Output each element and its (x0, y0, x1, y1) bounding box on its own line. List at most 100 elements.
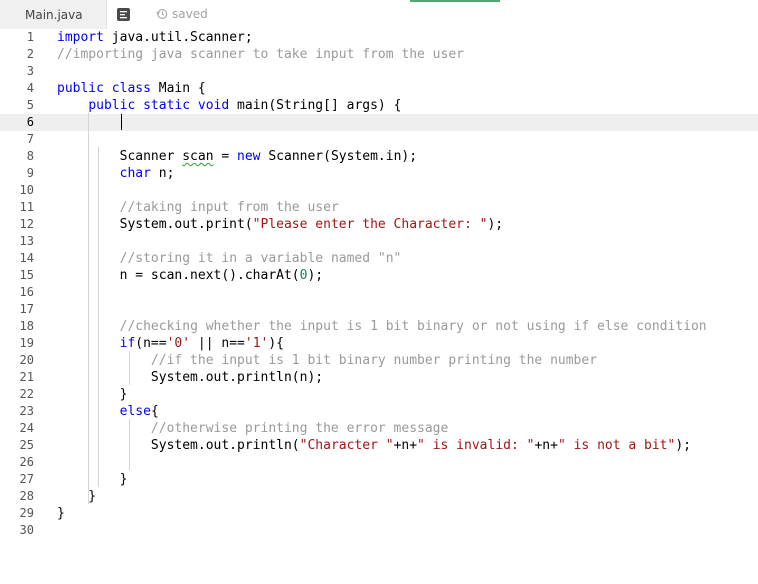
code-string: "Please enter the Character: " (252, 217, 488, 232)
code-comment: //checking whether the input is 1 bit bi… (119, 319, 707, 334)
line-number: 28 (19, 489, 34, 503)
code-keyword: public (88, 98, 136, 113)
code-line[interactable]: 22 } (0, 386, 758, 403)
code-line[interactable]: 7 (0, 131, 758, 148)
line-number: 6 (26, 115, 34, 129)
code-text: public class Main { (57, 80, 206, 97)
code-text: if(n=='0' || n=='1'){ (57, 335, 284, 352)
code-line[interactable]: 21 System.out.println(n); (0, 369, 758, 386)
code-text: System.out.println( (57, 438, 300, 453)
code-line[interactable]: 30 (0, 522, 758, 539)
line-number: 26 (19, 455, 34, 469)
code-text: n; (150, 166, 175, 181)
text-cursor (121, 114, 122, 130)
code-line[interactable]: 4 public class Main { (0, 80, 758, 97)
code-editor[interactable]: 30 29} 28 } 27 } 26 25 System.out.println("Ch… (0, 29, 758, 584)
code-keyword: class (111, 81, 151, 96)
code-keyword: new (237, 149, 261, 164)
line-number: 4 (26, 81, 34, 95)
code-keyword: static (143, 98, 191, 113)
code-comment: //otherwise printing the error message (150, 421, 449, 436)
indent-guide (98, 147, 99, 487)
format-code-icon[interactable] (117, 8, 130, 21)
code-line[interactable]: 27 } (0, 471, 758, 488)
save-status: saved (156, 7, 208, 21)
line-number: 19 (19, 336, 34, 350)
code-line[interactable]: 11 //taking input from the user (0, 199, 758, 216)
code-text: //importing java scanner to take input f… (57, 46, 464, 63)
line-number: 27 (19, 472, 34, 486)
code-line[interactable]: 17 (0, 301, 758, 318)
code-line[interactable]: 15 n = scan.next().charAt(0); (0, 267, 758, 284)
line-number: 15 (19, 268, 34, 282)
code-comment: //taking input from the user (119, 200, 339, 215)
code-line[interactable]: 9 char n; (0, 165, 758, 182)
run-button-accent (410, 0, 500, 2)
code-text: //if the input is 1 bit binary number pr… (57, 352, 597, 369)
line-number: 9 (26, 166, 34, 180)
code-line[interactable]: 25 System.out.println("Character "+n+" i… (0, 437, 758, 454)
code-line[interactable]: 10 (0, 182, 758, 199)
code-line[interactable]: 5 public static void main(String[] args)… (0, 97, 758, 114)
code-text: } (57, 471, 128, 488)
line-number: 1 (26, 30, 34, 44)
code-text: import java.util.Scanner; (57, 29, 253, 46)
code-line[interactable]: 26 (0, 454, 758, 471)
code-text: System.out.println("Character "+n+" is i… (57, 437, 691, 454)
code-text: System.out.println(n); (57, 369, 323, 386)
code-line[interactable]: 28 } (0, 488, 758, 505)
line-number: 14 (19, 251, 34, 265)
code-line[interactable]: 23 else{ (0, 403, 758, 420)
line-number: 11 (19, 200, 34, 214)
line-number: 18 (19, 319, 34, 333)
line-number: 7 (26, 132, 34, 146)
code-text: //taking input from the user (57, 199, 339, 216)
code-text: ); (307, 268, 324, 283)
code-text: n = scan.next().charAt(0); (57, 267, 324, 284)
code-text: main(String[] args) { (229, 98, 402, 113)
code-comment: //importing java scanner to take input f… (57, 47, 464, 62)
line-number: 16 (19, 285, 34, 299)
history-icon (156, 9, 168, 19)
code-line[interactable]: 16 (0, 284, 758, 301)
code-string: " is not a bit" (557, 438, 676, 453)
code-line[interactable]: 24 //otherwise printing the error messag… (0, 420, 758, 437)
code-comment: //storing it in a variable named "n" (119, 251, 402, 266)
code-line[interactable]: 8 Scanner scan = new Scanner(System.in); (0, 148, 758, 165)
code-keyword: public (57, 81, 104, 96)
code-text: Scanner(System.in); (260, 149, 418, 164)
code-line[interactable]: 3 (0, 63, 758, 80)
code-line[interactable]: 13 (0, 233, 758, 250)
code-text: ){ (268, 336, 285, 351)
code-keyword: import (57, 30, 104, 45)
code-text: else{ (57, 403, 159, 420)
indent-guide (88, 113, 89, 504)
code-line[interactable]: 14 //storing it in a variable named "n" (0, 250, 758, 267)
line-number: 3 (26, 64, 34, 78)
line-number: 20 (19, 353, 34, 367)
line-number: 13 (19, 234, 34, 248)
code-text: } (57, 506, 65, 521)
code-keyword: char (119, 166, 151, 181)
code-line[interactable]: 2 //importing java scanner to take input … (0, 46, 758, 63)
line-number: 30 (19, 523, 34, 537)
code-line[interactable]: 19 if(n=='0' || n=='1'){ (0, 335, 758, 352)
line-number: 12 (19, 217, 34, 231)
code-line[interactable]: 6 (0, 114, 758, 131)
tab-label: Main.java (25, 7, 83, 22)
code-line[interactable]: 29} (0, 505, 758, 522)
code-line[interactable]: 18 //checking whether the input is 1 bit… (0, 318, 758, 335)
code-text: java.util.Scanner; (103, 30, 253, 45)
code-text: } (57, 505, 65, 522)
code-line[interactable]: 1 import java.util.Scanner; (0, 29, 758, 46)
code-line[interactable]: 20 //if the input is 1 bit binary number… (0, 352, 758, 369)
code-line[interactable]: 12 System.out.print("Please enter the Ch… (0, 216, 758, 233)
line-number: 22 (19, 387, 34, 401)
tab-main-java[interactable]: Main.java (0, 0, 107, 29)
code-string: "Character " (299, 438, 394, 453)
code-text: +n+ (393, 438, 418, 453)
code-text: } (57, 386, 128, 403)
